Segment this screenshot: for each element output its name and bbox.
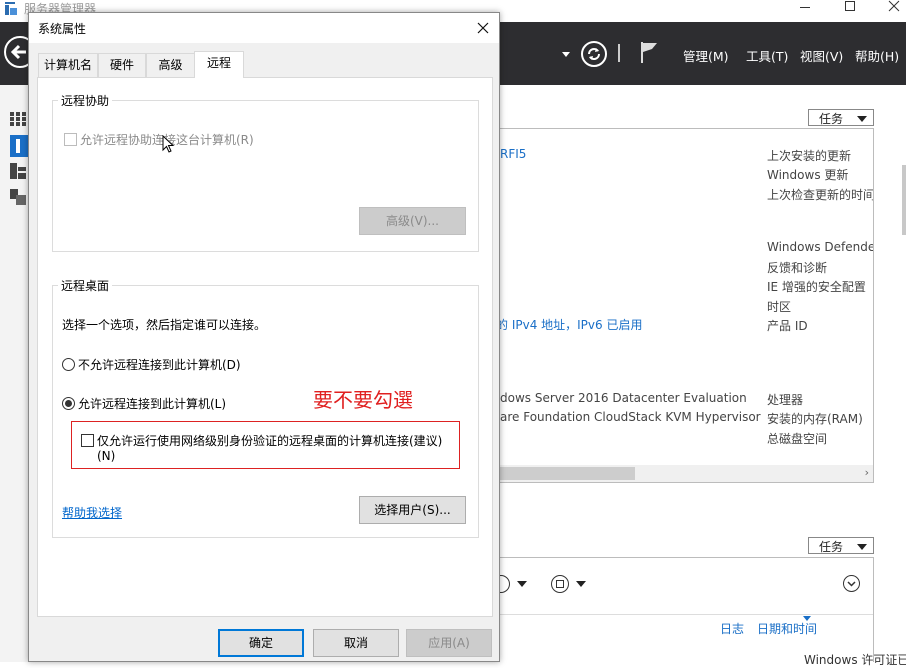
help-me-choose-link[interactable]: 帮助我选择 [62,504,122,521]
tab-computer-name[interactable]: 计算机名 [38,53,98,77]
select-users-button[interactable]: 选择用户(S)... [359,496,466,524]
advanced-button-label: 高级(V)... [385,214,440,228]
dialog-close-button[interactable] [473,18,493,38]
events-panel [496,557,874,662]
prop-total-disk: 总磁盘空间 [767,432,828,446]
separator [618,44,620,62]
close-window-button[interactable] [886,0,902,14]
save-query-icon[interactable] [551,575,569,593]
ok-button-label: 确定 [248,636,273,650]
ok-button[interactable]: 确定 [218,629,304,657]
prop-last-installed-updates: 上次安装的更新 [767,149,852,163]
minimize-button[interactable] [797,0,813,14]
column-date-time[interactable]: 日期和时间 [757,620,817,637]
dialog-title: 系统属性 [38,22,87,36]
tab-hardware-label: 硬件 [109,58,134,72]
menu-manage[interactable]: 管理(M) [683,46,729,65]
system-properties-dialog: 系统属性 计算机名 硬件 高级 远程协助 允许远程协助连接这台计算机(R) 高级… [28,12,500,662]
prop-installed-memory: 安装的内存(RAM) [767,412,863,426]
mouse-cursor-icon [162,134,176,155]
server-manager-app-icon [4,2,18,16]
scroll-right-icon[interactable]: › [865,466,869,479]
remote-desktop-instruction: 选择一个选项，然后指定谁可以连接。 [62,318,267,332]
prop-windows-update: Windows 更新 [767,168,849,182]
tab-advanced-label: 高级 [158,58,183,72]
deny-remote-radio[interactable] [62,358,75,371]
filter-dropdown-icon[interactable] [517,581,527,587]
tasks-label-events: 任务 [819,540,844,554]
collapse-icon[interactable] [843,575,860,592]
cancel-button[interactable]: 取消 [313,629,399,657]
select-users-button-label: 选择用户(S)... [374,503,451,517]
prop-last-checked-updates: 上次检查更新的时间 [767,188,873,202]
computer-name-link[interactable]: RFI5 [500,147,526,161]
tab-remote[interactable]: 远程 [194,51,244,78]
prop-time-zone: 时区 [767,300,792,314]
all-servers-icon[interactable] [10,163,26,179]
column-log[interactable]: 日志 [720,620,744,637]
os-version-value: dows Server 2016 Datacenter Evaluation [500,391,747,405]
tasks-dropdown-properties[interactable]: 任务 [808,109,874,126]
windows-license-watermark: Windows 许可证已 [804,653,906,667]
vertical-scrollbar[interactable] [900,85,906,662]
tasks-dropdown-events[interactable]: 任务 [808,537,874,554]
prop-feedback-diagnostics: 反馈和诊断 [767,261,828,275]
remote-desktop-label: 远程桌面 [58,277,113,294]
apply-button[interactable]: 应用(A) [406,629,492,657]
apply-button-label: 应用(A) [428,636,470,650]
events-header-divider [497,614,873,615]
prop-product-id: 产品 ID [767,319,808,333]
flag-icon[interactable] [640,40,660,64]
save-query-dropdown-icon[interactable] [576,581,586,587]
tab-hardware[interactable]: 硬件 [98,53,146,77]
prop-processor: 处理器 [767,393,804,407]
local-server-icon[interactable] [10,135,30,157]
hardware-info-value: are Foundation CloudStack KVM Hypervisor [500,410,761,424]
annotation-text: 要不要勾選 [313,388,413,412]
cancel-button-label: 取消 [343,636,368,650]
advanced-button[interactable]: 高级(V)... [359,207,466,235]
nla-label-line1: 仅允许运行使用网络级别身份验证的远程桌面的计算机连接(建议) [97,434,443,448]
maximize-button[interactable] [842,0,858,14]
prop-ie-esc: IE 增强的安全配置 [767,280,866,294]
refresh-icon[interactable] [581,41,607,67]
server-manager-nav [0,85,30,662]
dashboard-icon[interactable] [10,112,26,126]
sort-indicator-icon [803,616,811,621]
tasks-label: 任务 [819,112,844,126]
nla-checkbox[interactable] [81,434,94,447]
allow-remote-label: 允许远程连接到此计算机(L) [78,397,227,411]
nla-label-line2: (N) [97,449,116,463]
tab-advanced[interactable]: 高级 [146,53,195,77]
horizontal-scrollbar[interactable]: › [497,465,873,482]
allow-remote-assistance-checkbox[interactable] [64,133,77,146]
file-storage-icon[interactable] [10,189,26,205]
tab-computer-name-label: 计算机名 [43,58,92,72]
dropdown-arrow-icon[interactable] [562,52,570,57]
ethernet-link[interactable]: 的 IPv4 地址，IPv6 已启用 [496,316,642,333]
tab-remote-label: 远程 [206,56,231,70]
prop-windows-defender: Windows Defende [767,240,873,254]
menu-tools[interactable]: 工具(T) [746,46,788,65]
remote-tab-page: 远程协助 允许远程协助连接这台计算机(R) 高级(V)... 远程桌面 选择一个… [37,77,493,617]
deny-remote-label: 不允许远程连接到此计算机(D) [78,358,241,372]
remote-assistance-label: 远程协助 [58,92,113,109]
dialog-titlebar: 系统属性 [29,13,499,43]
menu-help[interactable]: 帮助(H) [855,46,899,65]
allow-remote-radio[interactable] [62,397,75,410]
menu-view[interactable]: 视图(V) [800,46,843,65]
